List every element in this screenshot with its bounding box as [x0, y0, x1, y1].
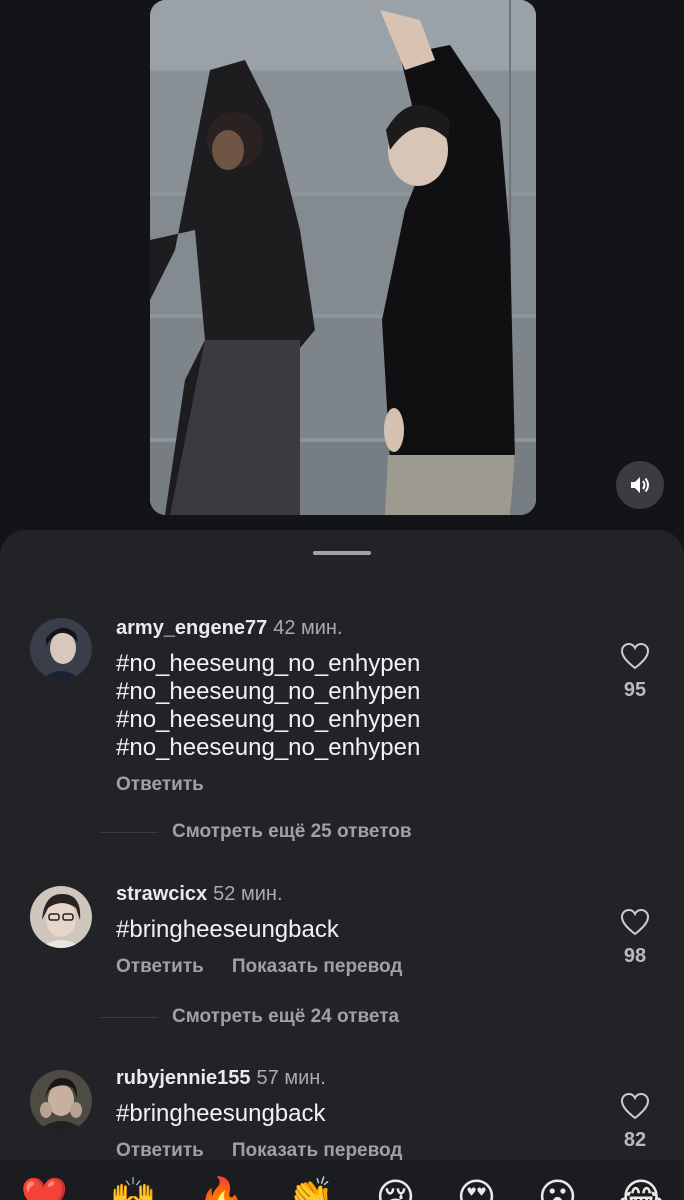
- view-more-replies[interactable]: Смотреть ещё 24 ответа: [100, 1003, 560, 1031]
- emoji-laughing[interactable]: 😂: [619, 1178, 663, 1200]
- reply-button[interactable]: Ответить: [116, 774, 204, 795]
- view-more-replies-label: Смотреть ещё 25 ответов: [172, 821, 412, 842]
- heart-icon: [620, 908, 650, 936]
- comment-username[interactable]: strawcicx: [116, 883, 207, 905]
- comment-time: 42 мин.: [273, 617, 343, 639]
- avatar[interactable]: [30, 1070, 92, 1132]
- view-more-replies[interactable]: Смотреть ещё 25 ответов: [100, 818, 560, 846]
- emoji-raised-hands[interactable]: 🙌: [109, 1178, 156, 1200]
- emoji-fire[interactable]: 🔥: [198, 1178, 245, 1200]
- emoji-heart-eyes[interactable]: 😍: [457, 1178, 497, 1200]
- comment-text: #bringheeseungback: [116, 916, 339, 943]
- comment-header: army_engene77 42 мин.: [116, 614, 420, 642]
- emoji-crying[interactable]: 😢: [376, 1178, 416, 1200]
- comment-header: rubyjennie155 57 мин.: [116, 1064, 430, 1092]
- mute-button[interactable]: [616, 461, 664, 509]
- avatar[interactable]: [30, 618, 92, 680]
- comment-time: 57 мин.: [256, 1067, 326, 1089]
- comment-text: #no_heeseung_no_enhypen #no_heeseung_no_…: [116, 650, 421, 761]
- emoji-heart[interactable]: ❤️: [21, 1178, 68, 1200]
- sheet-drag-handle[interactable]: [313, 551, 371, 555]
- reply-button[interactable]: Ответить: [116, 1140, 204, 1161]
- emoji-clap[interactable]: 👏: [287, 1178, 334, 1200]
- heart-icon: [620, 642, 650, 670]
- view-more-replies-label: Смотреть ещё 24 ответа: [172, 1006, 400, 1027]
- video-player[interactable]: [150, 0, 536, 515]
- comment-header: strawcicx 52 мин.: [116, 880, 430, 908]
- divider: [100, 831, 158, 833]
- comment-username[interactable]: rubyjennie155: [116, 1067, 251, 1089]
- avatar[interactable]: [30, 886, 92, 948]
- emoji-surprised[interactable]: 😮: [538, 1178, 578, 1200]
- divider: [100, 1016, 158, 1018]
- like-count: 82: [623, 1129, 647, 1151]
- reply-button[interactable]: Ответить: [116, 956, 204, 977]
- comment-username[interactable]: army_engene77: [116, 617, 267, 639]
- video-frame: [150, 0, 536, 515]
- like-button[interactable]: 82: [612, 1092, 658, 1152]
- comment-time: 52 мин.: [213, 883, 283, 905]
- show-translation-button[interactable]: Показать перевод: [232, 956, 403, 977]
- like-button[interactable]: 95: [612, 642, 658, 702]
- like-count: 95: [623, 679, 647, 701]
- emoji-quick-bar: ❤️ 🙌 🔥 👏 😢 😍 😮 😂: [0, 1160, 684, 1200]
- comment-text: #bringheesungback: [116, 1100, 326, 1127]
- heart-icon: [620, 1092, 650, 1120]
- like-count: 98: [623, 945, 647, 967]
- comments-sheet: army_engene77 42 мин. #no_heeseung_no_enh…: [0, 530, 684, 1200]
- speaker-icon: [631, 477, 649, 493]
- like-button[interactable]: 98: [612, 908, 658, 968]
- show-translation-button[interactable]: Показать перевод: [232, 1140, 403, 1161]
